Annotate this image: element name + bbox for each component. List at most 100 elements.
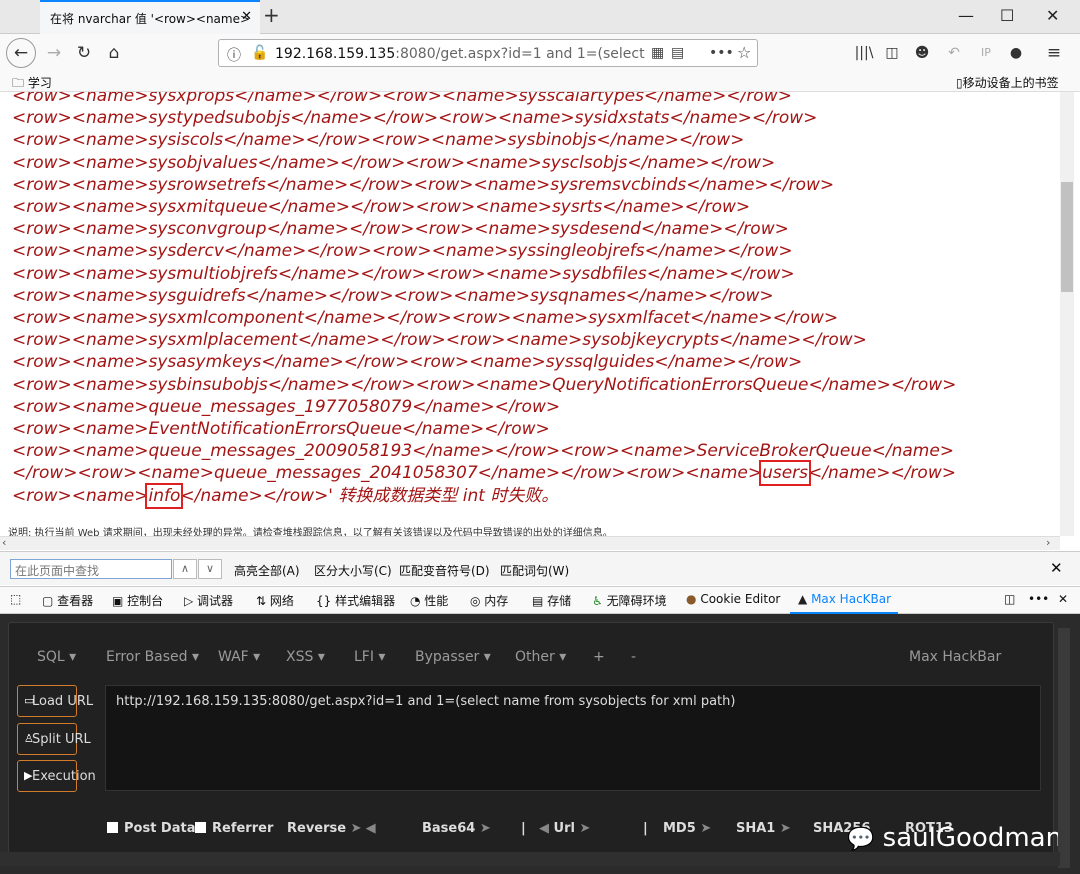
reader-icon[interactable]: ▤ — [671, 45, 684, 61]
find-next-icon[interactable]: ∨ — [198, 559, 222, 579]
hackbar-brand: Max HackBar — [909, 649, 1002, 665]
devtools-more-icon[interactable]: ••• — [1028, 592, 1049, 606]
xml-line: </row><row><name>queue_messages_20410583… — [12, 460, 956, 487]
sha1-button[interactable]: SHA1 ➤ — [736, 821, 791, 836]
element-picker-icon[interactable]: ⬚ — [10, 592, 21, 606]
match-case-option[interactable]: 区分大小写(C) — [314, 562, 392, 579]
tab-cookie-editor[interactable]: ● Cookie Editor — [686, 592, 780, 606]
menu-xss[interactable]: XSS ▾ — [286, 649, 325, 665]
maximize-icon[interactable]: ☐ — [1000, 6, 1014, 25]
forward-icon[interactable]: → — [40, 40, 68, 66]
menu-waf[interactable]: WAF ▾ — [218, 649, 260, 665]
back-icon[interactable]: ← — [6, 38, 36, 68]
library-icon[interactable]: |||\ — [850, 40, 878, 66]
reverse-button[interactable]: Reverse ➤ ◀ — [287, 821, 376, 836]
info-icon[interactable]: ⓘ — [227, 45, 241, 65]
find-bar: 在此页面中查找 ∧ ∨ 高亮全部(A) 区分大小写(C) 匹配变音符号(D) 匹… — [0, 551, 1080, 585]
scroll-left-icon[interactable]: ‹ — [2, 536, 6, 549]
match-diacritics-option[interactable]: 匹配变音符号(D) — [399, 562, 490, 579]
xml-line: <row><name>sysxmlplacement</name></row><… — [12, 330, 867, 351]
find-input[interactable]: 在此页面中查找 — [10, 559, 172, 579]
undo-icon[interactable]: ↶ — [940, 40, 968, 66]
load-url-button[interactable]: ▭ Load URL — [17, 685, 93, 717]
tab-performance[interactable]: ◔ 性能 — [410, 592, 448, 609]
minimize-icon[interactable]: — — [958, 6, 974, 25]
wechat-icon: 💬 — [847, 827, 875, 852]
xml-line: <row><name>sysiscols</name></row><row><n… — [12, 130, 745, 151]
menu-icon[interactable]: ≡ — [1040, 40, 1068, 66]
find-close-icon[interactable]: ✕ — [1050, 559, 1063, 577]
separator: | — [643, 821, 648, 836]
hackbar-url-input[interactable]: http://192.168.159.135:8080/get.aspx?id=… — [105, 685, 1041, 791]
active-tab[interactable]: 在将 nvarchar 值 '<row><name> ✕ — [40, 0, 260, 34]
tab-inspector[interactable]: ▢ 查看器 — [42, 592, 93, 609]
execute-icon: ▶ — [24, 769, 33, 782]
menu-remove[interactable]: - — [631, 649, 636, 665]
xml-line: <row><name>queue_messages_1977058079</na… — [12, 396, 561, 417]
watermark: 💬 saulGoodman — [847, 823, 1063, 853]
window-close-icon[interactable]: ✕ — [1046, 6, 1059, 25]
home-icon[interactable]: ⌂ — [100, 40, 128, 66]
menu-lfi[interactable]: LFI ▾ — [354, 649, 385, 665]
split-url-button[interactable]: ♙ Split URL — [17, 723, 91, 755]
scroll-right-icon[interactable]: › — [1046, 536, 1050, 549]
url-bar[interactable]: ⓘ 🔓 192.168.159.135:8080/get.aspx?id=1 a… — [218, 39, 758, 67]
post-data-checkbox[interactable]: Post Data — [107, 821, 196, 836]
tab-accessibility[interactable]: ♿ 无障碍环境 — [592, 592, 667, 609]
xml-line: <row><name>info</name></row>' 转换成数据类型 in… — [12, 482, 559, 509]
sidebar-icon[interactable]: ◫ — [878, 40, 906, 66]
extension-icon[interactable]: ☻ — [908, 40, 936, 66]
tab-title: 在将 nvarchar 值 '<row><name> — [50, 12, 251, 26]
error-message: <row><name>sysxprops</name></row><row><n… — [12, 92, 956, 509]
bookmark-star-icon[interactable]: ☆ — [737, 43, 751, 62]
hackbar-vertical-scrollbar[interactable] — [1058, 628, 1070, 868]
cookie-icon[interactable]: ● — [1002, 40, 1030, 66]
execution-button[interactable]: ▶ Execution — [17, 760, 96, 792]
page-horizontal-scrollbar[interactable]: ‹ › — [0, 536, 1060, 550]
md5-button[interactable]: MD5 ➤ — [663, 821, 711, 836]
error-notice: 说明: 执行当前 Web 请求期间，出现未经处理的异常。请检查堆栈跟踪信息，以了… — [8, 528, 613, 536]
navigation-bar: ← → ↻ ⌂ ⓘ 🔓 192.168.159.135:8080/get.asp… — [0, 34, 1080, 72]
qr-icon[interactable]: ▦ — [651, 45, 664, 61]
split-icon: ♙ — [24, 732, 34, 745]
page-scroll-thumb[interactable] — [1061, 182, 1073, 292]
separator: | — [521, 821, 526, 836]
tab-network[interactable]: ⇅ 网络 — [256, 592, 294, 609]
tab-debugger[interactable]: ▷ 调试器 — [184, 592, 233, 609]
tab-console[interactable]: ▣ 控制台 — [112, 592, 163, 609]
ip-icon[interactable]: IP — [972, 40, 1000, 66]
hackbar-panel: SQL ▾ Error Based ▾ WAF ▾ XSS ▾ LFI ▾ By… — [0, 614, 1080, 874]
tab-style-editor[interactable]: {} 样式编辑器 — [316, 592, 395, 609]
new-tab-button[interactable]: + — [263, 3, 280, 27]
menu-add[interactable]: + — [593, 649, 605, 665]
reload-icon[interactable]: ↻ — [70, 40, 98, 66]
find-previous-icon[interactable]: ∧ — [173, 559, 197, 579]
menu-sql[interactable]: SQL ▾ — [37, 649, 76, 665]
menu-other[interactable]: Other ▾ — [515, 649, 566, 665]
menu-error-based[interactable]: Error Based ▾ — [106, 649, 199, 665]
insecure-lock-icon[interactable]: 🔓 — [251, 45, 268, 61]
tab-close-icon[interactable]: ✕ — [241, 9, 252, 24]
hackbar-container: SQL ▾ Error Based ▾ WAF ▾ XSS ▾ LFI ▾ By… — [8, 622, 1062, 862]
xml-line: <row><name>sysasymkeys</name></row><row>… — [12, 352, 803, 373]
xml-line: <row><name>sysxmitqueue</name></row><row… — [12, 197, 751, 218]
url-encode-button[interactable]: ◀ Url ➤ — [539, 821, 590, 836]
tab-memory[interactable]: ◎ 内存 — [470, 592, 508, 609]
page-vertical-scrollbar[interactable] — [1060, 92, 1074, 536]
dock-icon[interactable]: ◫ — [1004, 592, 1015, 606]
whole-words-option[interactable]: 匹配词句(W) — [500, 562, 569, 579]
devtools-close-icon[interactable]: ✕ — [1058, 592, 1068, 606]
menu-bypasser[interactable]: Bypasser ▾ — [415, 649, 491, 665]
page-actions-icon[interactable]: ••• — [709, 45, 734, 61]
tab-max-hackbar[interactable]: ▲ Max HacKBar — [798, 592, 891, 606]
tab-storage[interactable]: ▤ 存储 — [532, 592, 571, 609]
url-text[interactable]: 192.168.159.135:8080/get.aspx?id=1 and 1… — [275, 46, 645, 62]
load-icon: ▭ — [24, 694, 35, 707]
referrer-checkbox[interactable]: Referrer — [195, 821, 273, 836]
mobile-bookmarks[interactable]: ▯移动设备上的书签 — [956, 74, 1059, 91]
base64-button[interactable]: Base64 ➤ — [422, 821, 491, 836]
xml-line: <row><name>sysrowsetrefs</name></row><ro… — [12, 174, 835, 195]
hackbar-horizontal-scrollbar[interactable] — [0, 852, 1060, 866]
xml-line: <row><name>systypedsubobjs</name></row><… — [12, 108, 818, 129]
highlight-all-option[interactable]: 高亮全部(A) — [234, 562, 300, 579]
